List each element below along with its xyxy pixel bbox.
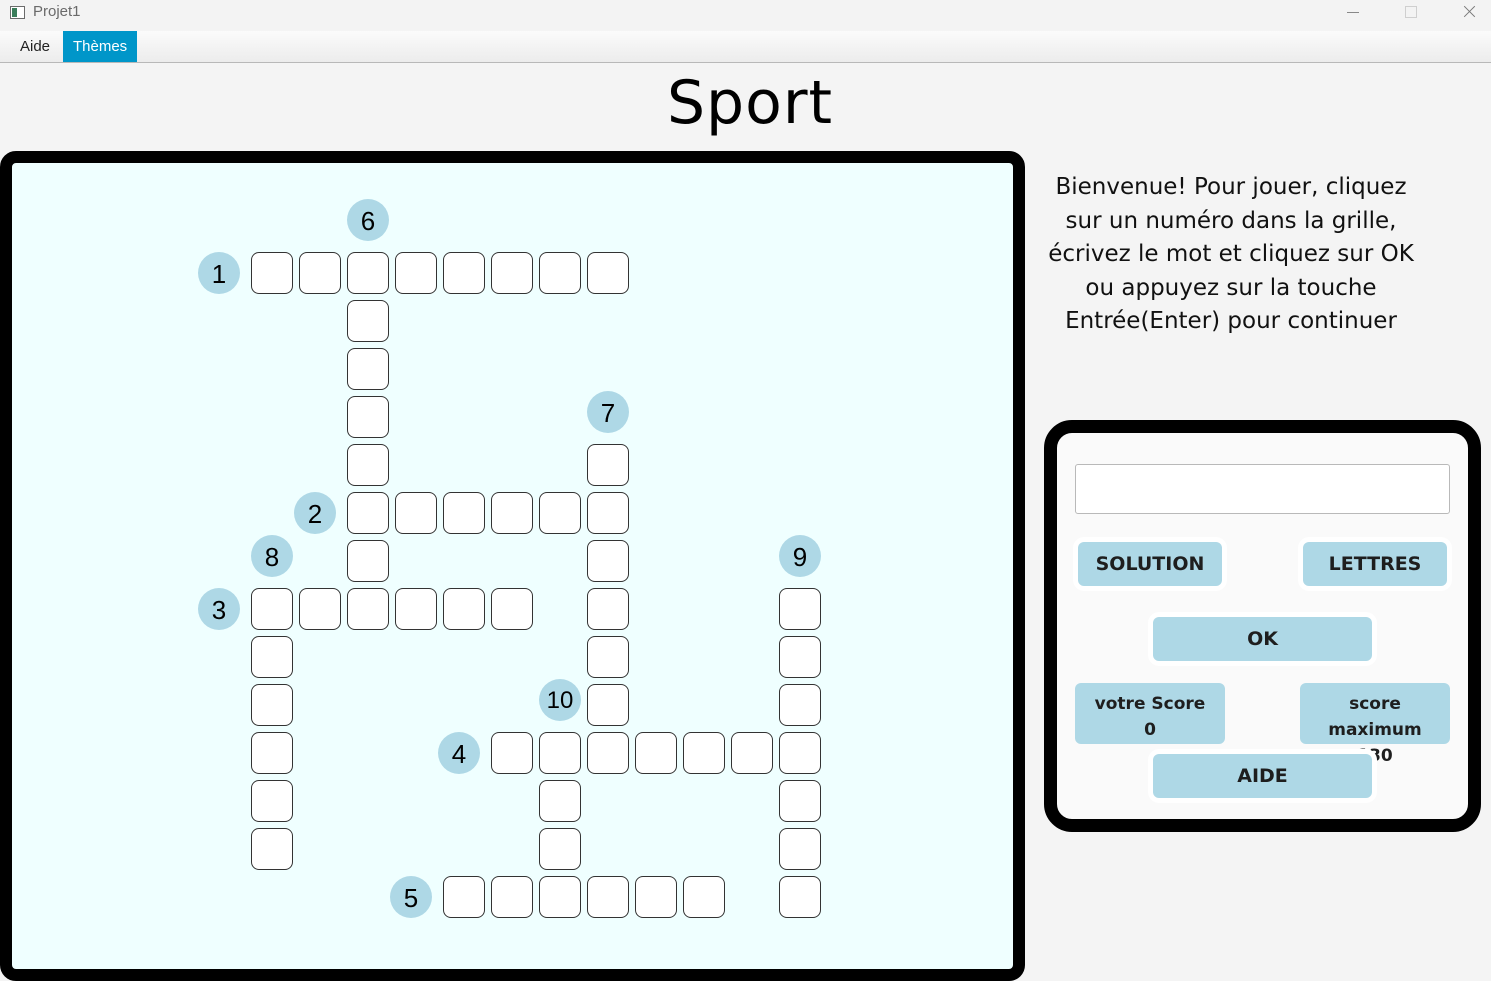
clue-number-7[interactable]: 7	[587, 391, 629, 433]
max-score-display: score maximum 130	[1300, 683, 1450, 766]
grid-cell[interactable]	[443, 876, 485, 918]
grid-cell[interactable]	[491, 588, 533, 630]
ok-button[interactable]: OK	[1153, 617, 1372, 661]
grid-cell[interactable]	[539, 252, 581, 294]
letters-button[interactable]: LETTRES	[1303, 542, 1447, 586]
grid-cell[interactable]	[347, 540, 389, 582]
grid-cell[interactable]	[299, 252, 341, 294]
grid-cell[interactable]	[587, 588, 629, 630]
grid-cell[interactable]	[491, 492, 533, 534]
clue-number-6[interactable]: 6	[347, 199, 389, 241]
theme-title: Sport	[666, 68, 834, 138]
grid-cell[interactable]	[779, 732, 821, 774]
grid-cell[interactable]	[587, 252, 629, 294]
window-title: Projet1	[33, 3, 81, 20]
grid-cell[interactable]	[347, 396, 389, 438]
menu-bar: Aide Thèmes	[0, 31, 1491, 63]
grid-cell[interactable]	[539, 828, 581, 870]
grid-cell[interactable]	[587, 492, 629, 534]
grid-cell[interactable]	[539, 732, 581, 774]
menu-item-themes[interactable]: Thèmes	[63, 31, 138, 62]
grid-cell[interactable]	[539, 492, 581, 534]
grid-cell[interactable]	[395, 492, 437, 534]
grid-cell[interactable]	[251, 636, 293, 678]
grid-cell[interactable]	[251, 780, 293, 822]
maximize-icon[interactable]	[1382, 0, 1440, 30]
grid-cell[interactable]	[347, 588, 389, 630]
clue-number-1[interactable]: 1	[198, 252, 240, 294]
minimize-icon[interactable]	[1324, 0, 1382, 30]
clue-number-5[interactable]: 5	[390, 876, 432, 918]
grid-cell[interactable]	[539, 780, 581, 822]
close-icon[interactable]	[1440, 0, 1491, 30]
grid-cell[interactable]	[251, 828, 293, 870]
grid-cell[interactable]	[683, 876, 725, 918]
grid-cell[interactable]	[587, 684, 629, 726]
grid-cell[interactable]	[347, 444, 389, 486]
instructions-text: Bienvenue! Pour jouer, cliquez sur un nu…	[1048, 174, 1414, 334]
grid-cell[interactable]	[251, 684, 293, 726]
grid-cell[interactable]	[779, 780, 821, 822]
grid-cell[interactable]	[347, 252, 389, 294]
grid-cell[interactable]	[779, 684, 821, 726]
grid-cell[interactable]	[395, 252, 437, 294]
grid-cell[interactable]	[443, 252, 485, 294]
grid-cell[interactable]	[299, 588, 341, 630]
grid-cell[interactable]	[683, 732, 725, 774]
score-label: votre Score	[1094, 694, 1206, 714]
help-button[interactable]: AIDE	[1153, 754, 1372, 798]
clue-number-3[interactable]: 3	[198, 588, 240, 630]
title-bar: Projet1	[0, 0, 1491, 30]
grid-cell[interactable]	[347, 300, 389, 342]
grid-cell[interactable]	[635, 732, 677, 774]
clue-number-8[interactable]: 8	[251, 535, 293, 577]
score-value: 0	[1144, 720, 1156, 740]
solution-button[interactable]: SOLUTION	[1078, 542, 1222, 586]
score-display: votre Score 0	[1075, 683, 1225, 744]
clue-number-10[interactable]: 10	[539, 679, 581, 721]
clue-number-2[interactable]: 2	[294, 492, 336, 534]
grid-cell[interactable]	[443, 492, 485, 534]
menu-item-aide[interactable]: Aide	[10, 31, 60, 62]
grid-cell[interactable]	[779, 876, 821, 918]
clue-number-4[interactable]: 4	[438, 732, 480, 774]
grid-cell[interactable]	[587, 636, 629, 678]
grid-cell[interactable]	[491, 732, 533, 774]
grid-cell[interactable]	[779, 828, 821, 870]
grid-cell[interactable]	[779, 588, 821, 630]
grid-cell[interactable]	[491, 252, 533, 294]
clue-number-9[interactable]: 9	[779, 535, 821, 577]
answer-input[interactable]	[1075, 464, 1450, 514]
grid-cell[interactable]	[443, 588, 485, 630]
grid-cell[interactable]	[587, 444, 629, 486]
grid-cell[interactable]	[587, 732, 629, 774]
grid-cell[interactable]	[587, 540, 629, 582]
app-icon	[10, 6, 25, 19]
grid-cell[interactable]	[251, 588, 293, 630]
grid-cell[interactable]	[635, 876, 677, 918]
grid-cell[interactable]	[539, 876, 581, 918]
grid-cell[interactable]	[347, 348, 389, 390]
grid-cell[interactable]	[731, 732, 773, 774]
grid-cell[interactable]	[491, 876, 533, 918]
grid-cell[interactable]	[251, 252, 293, 294]
grid-cell[interactable]	[347, 492, 389, 534]
grid-cell[interactable]	[587, 876, 629, 918]
grid-cell[interactable]	[395, 588, 437, 630]
max-score-label: score maximum	[1328, 694, 1422, 740]
grid-cell[interactable]	[251, 732, 293, 774]
grid-cell[interactable]	[779, 636, 821, 678]
